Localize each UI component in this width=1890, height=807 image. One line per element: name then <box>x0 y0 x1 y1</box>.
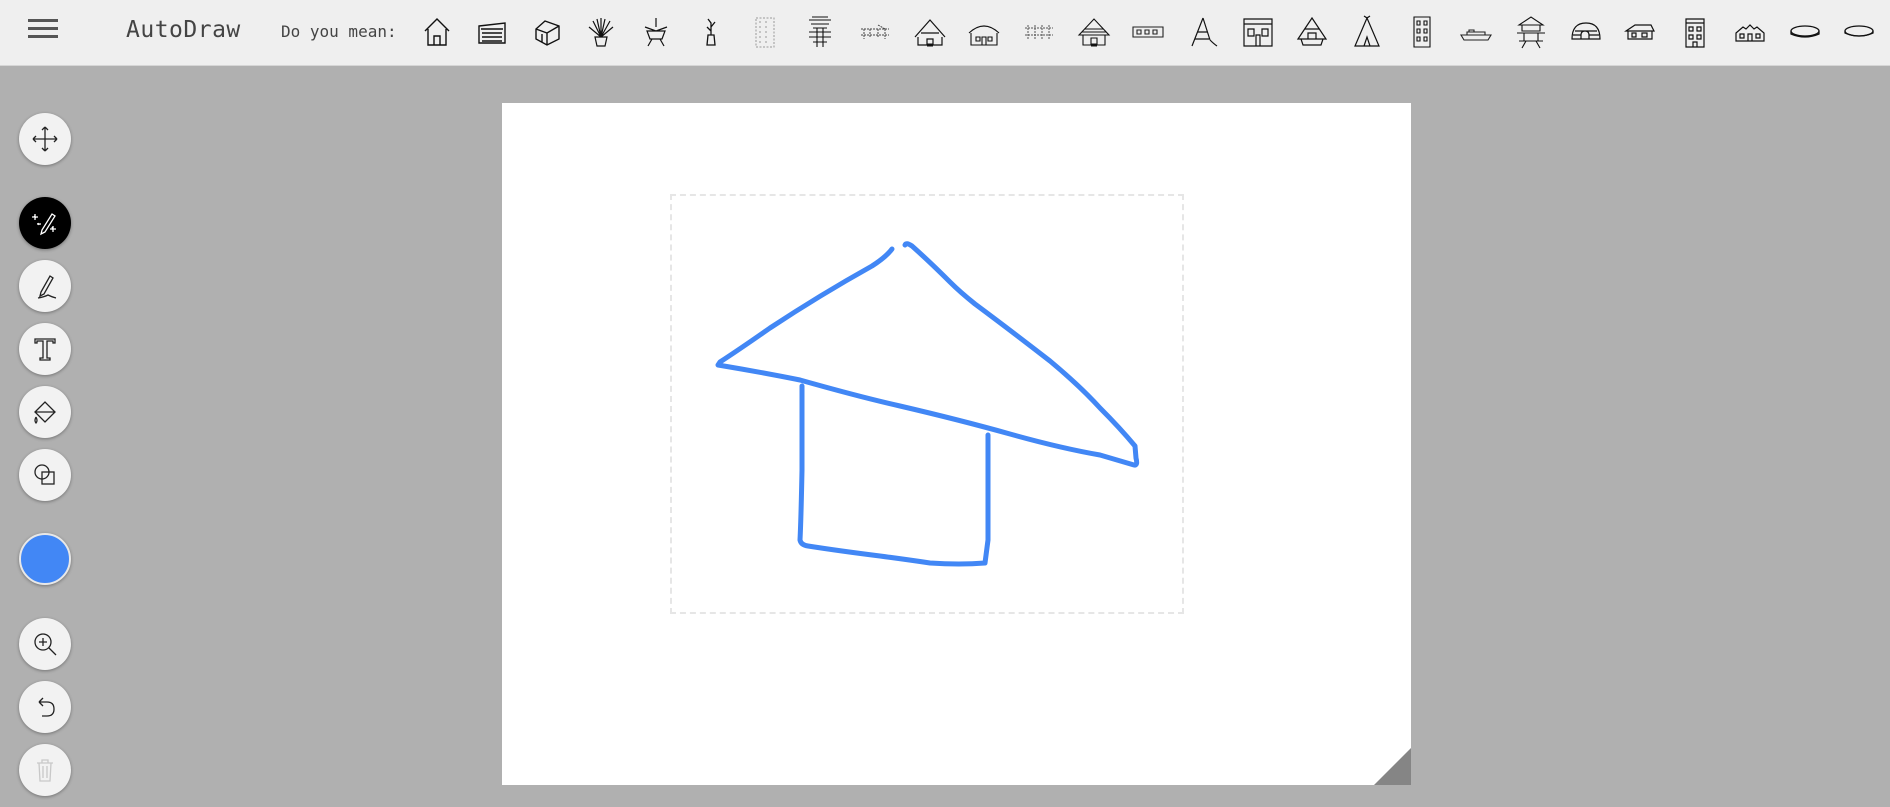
paint-bucket-icon <box>34 401 56 424</box>
pencil-icon <box>37 275 57 299</box>
magic-pencil-icon <box>32 213 56 236</box>
suggestion-small-house[interactable] <box>1613 8 1668 56</box>
autodraw-selection-box <box>670 194 1184 614</box>
suggestion-boat[interactable] <box>1449 8 1504 56</box>
suggestion-teepee[interactable] <box>1340 8 1395 56</box>
top-toolbar: AutoDraw Do you mean: <box>0 0 1890 66</box>
suggestion-cottage[interactable] <box>957 8 1012 56</box>
delete-button[interactable] <box>19 744 71 796</box>
suggestion-potted-plant[interactable] <box>574 8 629 56</box>
suggestion-storefront[interactable] <box>1230 8 1285 56</box>
autodraw-button[interactable] <box>19 197 71 249</box>
suggestion-townhouse[interactable] <box>1668 8 1723 56</box>
suggestion-house[interactable] <box>410 8 465 56</box>
suggestion-label: Do you mean: <box>281 22 397 41</box>
suggestion-disc[interactable] <box>1832 8 1887 56</box>
color-picker-swatch[interactable] <box>19 533 71 585</box>
zoom-in-icon <box>34 633 57 656</box>
shapes-icon <box>34 464 55 485</box>
trash-icon <box>37 759 53 782</box>
undo-button[interactable] <box>19 681 71 733</box>
suggestion-pagoda[interactable] <box>1504 8 1559 56</box>
page-curl-corner[interactable] <box>1374 748 1411 785</box>
text-icon <box>34 338 56 361</box>
select-move-button[interactable] <box>19 113 71 165</box>
suggestion-hut[interactable] <box>902 8 957 56</box>
suggestion-tower[interactable] <box>793 8 848 56</box>
suggestion-igloo[interactable] <box>1558 8 1613 56</box>
move-arrows-icon <box>32 126 58 152</box>
fill-button[interactable] <box>19 386 71 438</box>
suggestion-a-frame[interactable] <box>1285 8 1340 56</box>
suggestion-building-tall[interactable] <box>738 8 793 56</box>
zoom-button[interactable] <box>19 618 71 670</box>
suggestion-house-3d[interactable] <box>519 8 574 56</box>
suggestion-hanging-plant[interactable] <box>629 8 684 56</box>
undo-icon <box>38 697 55 717</box>
suggestion-shed[interactable] <box>465 8 520 56</box>
suggestion-vase[interactable] <box>683 8 738 56</box>
suggestion-apartment[interactable] <box>1394 8 1449 56</box>
suggestion-tent-pole[interactable] <box>1176 8 1231 56</box>
suggestion-strip <box>410 8 1887 56</box>
shape-button[interactable] <box>19 449 71 501</box>
suggestion-fence[interactable] <box>1012 8 1067 56</box>
app-title: AutoDraw <box>126 17 241 43</box>
suggestion-barn[interactable] <box>1723 8 1778 56</box>
type-button[interactable] <box>19 323 71 375</box>
draw-button[interactable] <box>19 260 71 312</box>
suggestion-train-car[interactable] <box>1121 8 1176 56</box>
suggestion-thatched-hut[interactable] <box>1066 8 1121 56</box>
hamburger-menu-icon[interactable] <box>28 17 58 47</box>
suggestion-bridge[interactable] <box>848 8 903 56</box>
suggestion-pool[interactable] <box>1777 8 1832 56</box>
